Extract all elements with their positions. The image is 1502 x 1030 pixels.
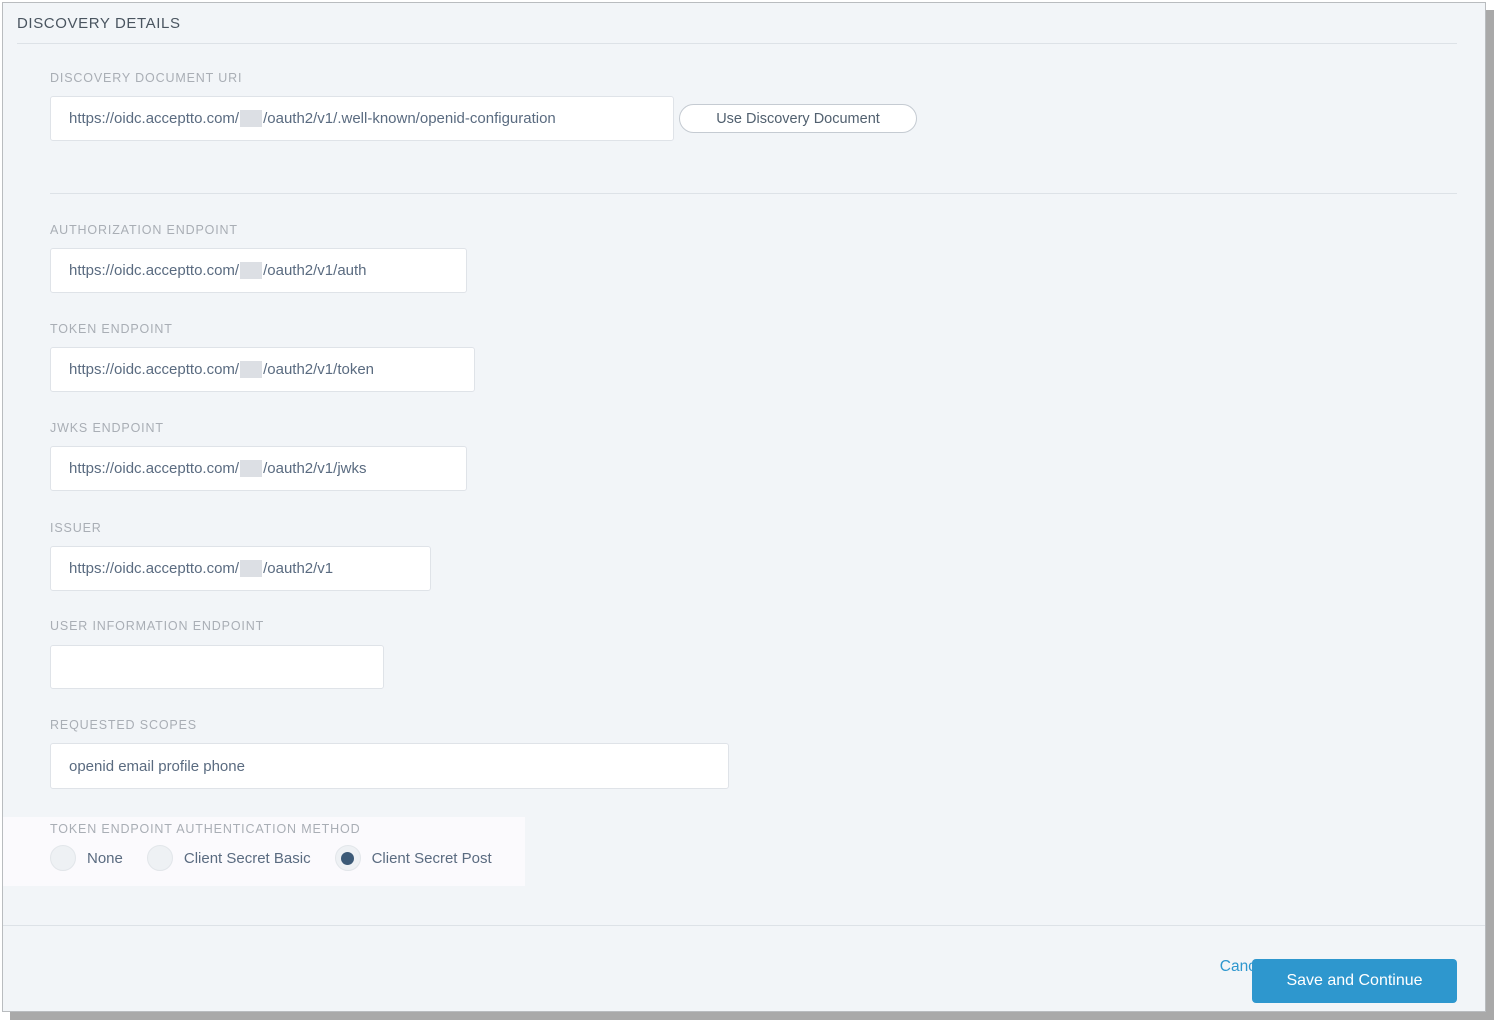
user-information-endpoint-label: USER INFORMATION ENDPOINT bbox=[50, 619, 265, 633]
jwks-endpoint-label: JWKS ENDPOINT bbox=[50, 421, 164, 435]
discovery-document-uri-label: DISCOVERY DOCUMENT URI bbox=[50, 71, 243, 85]
radio-option-none[interactable]: None bbox=[50, 845, 123, 871]
use-discovery-document-button[interactable]: Use Discovery Document bbox=[679, 104, 917, 133]
user-information-endpoint-input[interactable] bbox=[50, 645, 384, 689]
radio-option-client-secret-basic[interactable]: Client Secret Basic bbox=[146, 845, 311, 871]
issuer-label: ISSUER bbox=[50, 521, 102, 535]
uri-prefix-text: https://oidc.acceptto.com/ bbox=[69, 262, 240, 279]
requested-scopes-input[interactable]: openid email profile phone bbox=[50, 743, 729, 789]
redaction-block bbox=[240, 560, 263, 577]
redaction-block bbox=[240, 262, 263, 279]
save-and-continue-button[interactable]: Save and Continue bbox=[1252, 959, 1457, 1003]
uri-prefix-text: https://oidc.acceptto.com/ bbox=[69, 560, 240, 577]
footer-bar: Cancel Save and Continue bbox=[3, 925, 1485, 1011]
token-endpoint-input[interactable]: https://oidc.acceptto.com/ /oauth2/v1/tok… bbox=[50, 347, 475, 392]
redaction-block bbox=[240, 460, 263, 477]
radio-icon[interactable] bbox=[146, 845, 173, 871]
radio-label: Client Secret Post bbox=[371, 849, 492, 867]
uri-prefix-text: https://oidc.acceptto.com/ bbox=[69, 110, 240, 127]
radio-icon-selected[interactable] bbox=[334, 845, 361, 871]
radio-option-client-secret-post[interactable]: Client Secret Post bbox=[334, 845, 492, 871]
section-divider bbox=[50, 193, 1457, 194]
jwks-endpoint-input[interactable]: https://oidc.acceptto.com/ /oauth2/v1/jwk… bbox=[50, 446, 467, 491]
uri-suffix-text: /oauth2/v1/.well-known/openid-configurat… bbox=[263, 110, 556, 127]
authorization-endpoint-label: AUTHORIZATION ENDPOINT bbox=[50, 223, 238, 237]
discovery-document-uri-input[interactable]: https://oidc.acceptto.com/ /oauth2/v1/.we… bbox=[50, 96, 674, 141]
header-divider bbox=[17, 43, 1457, 44]
radio-label: Client Secret Basic bbox=[183, 849, 311, 867]
uri-suffix-text: /oauth2/v1/jwks bbox=[263, 460, 367, 477]
uri-suffix-text: /oauth2/v1/auth bbox=[263, 262, 367, 279]
token-endpoint-auth-method-label: TOKEN ENDPOINT AUTHENTICATION METHOD bbox=[50, 822, 361, 836]
requested-scopes-label: REQUESTED SCOPES bbox=[50, 718, 197, 732]
token-endpoint-label: TOKEN ENDPOINT bbox=[50, 322, 173, 336]
redaction-block bbox=[240, 361, 263, 378]
token-endpoint-auth-method-radio-group: None Client Secret Basic Client Secret P… bbox=[50, 845, 516, 871]
page-title: DISCOVERY DETAILS bbox=[17, 15, 181, 32]
uri-suffix-text: /oauth2/v1/token bbox=[263, 361, 375, 378]
uri-suffix-text: /oauth2/v1 bbox=[263, 560, 334, 577]
discovery-details-window: DISCOVERY DETAILS DISCOVERY DOCUMENT URI… bbox=[2, 2, 1486, 1012]
authorization-endpoint-input[interactable]: https://oidc.acceptto.com/ /oauth2/v1/aut… bbox=[50, 248, 467, 293]
uri-prefix-text: https://oidc.acceptto.com/ bbox=[69, 361, 240, 378]
issuer-input[interactable]: https://oidc.acceptto.com/ /oauth2/v1 bbox=[50, 546, 431, 591]
radio-icon[interactable] bbox=[50, 845, 76, 871]
section-header: DISCOVERY DETAILS bbox=[17, 15, 1457, 44]
uri-prefix-text: https://oidc.acceptto.com/ bbox=[69, 460, 240, 477]
redaction-block bbox=[240, 110, 263, 127]
radio-label: None bbox=[87, 849, 123, 867]
form-content-area: DISCOVERY DETAILS DISCOVERY DOCUMENT URI… bbox=[3, 3, 1485, 924]
